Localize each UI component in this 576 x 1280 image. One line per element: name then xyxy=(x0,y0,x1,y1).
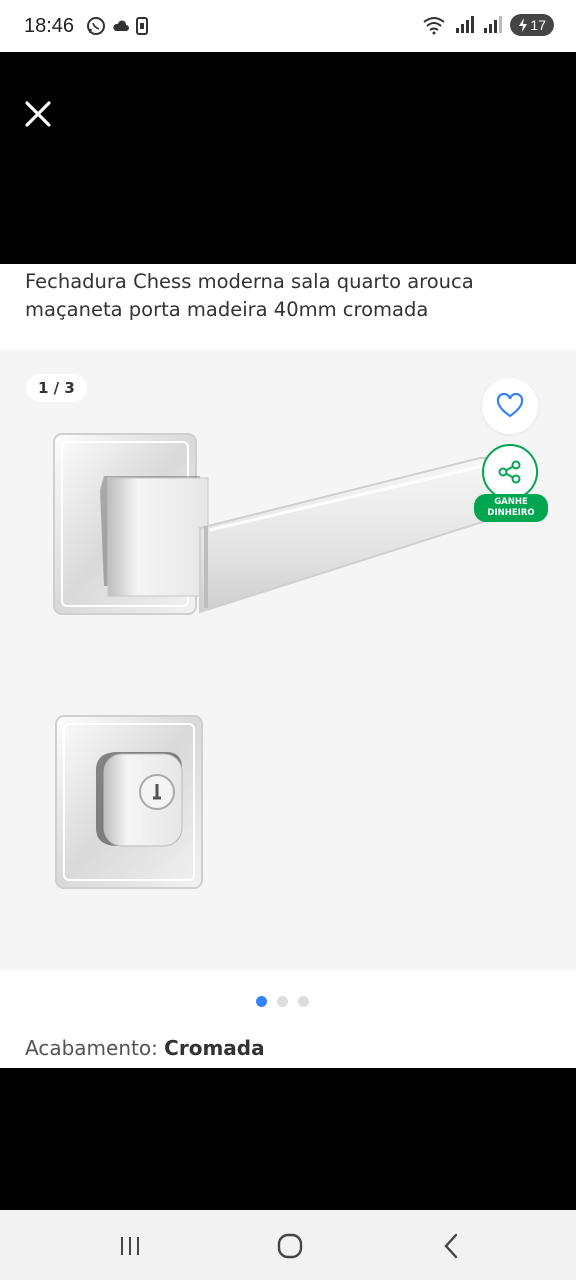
recents-button[interactable] xyxy=(110,1228,150,1264)
favorite-button[interactable] xyxy=(482,378,538,434)
navigation-bar xyxy=(0,1210,576,1280)
home-icon xyxy=(277,1233,303,1259)
heart-icon xyxy=(496,393,524,418)
battery-level: 17 xyxy=(530,17,546,33)
home-button[interactable] xyxy=(270,1228,310,1264)
image-counter: 1 / 3 xyxy=(26,374,87,402)
wifi-icon xyxy=(423,17,446,35)
signal-icon-2 xyxy=(484,16,503,33)
cloud-icon xyxy=(113,20,129,31)
share-button[interactable] xyxy=(482,444,538,500)
phone-storage-icon xyxy=(136,17,148,35)
product-panel: Fechadura Chess moderna sala quarto arou… xyxy=(0,264,576,1068)
back-button[interactable] xyxy=(432,1228,472,1264)
status-time: 18:46 xyxy=(24,15,75,37)
gallery-pagination xyxy=(256,996,309,1007)
share-icon xyxy=(498,460,521,484)
pagination-dot-2[interactable] xyxy=(277,996,288,1007)
recents-icon xyxy=(121,1237,139,1255)
finish-label: Acabamento: xyxy=(25,1036,158,1060)
product-image xyxy=(53,433,530,889)
back-icon xyxy=(444,1233,458,1259)
finish-value: Cromada xyxy=(164,1036,265,1060)
image-gallery[interactable]: 1 / 3 GANHE DINHEIRO xyxy=(0,350,576,970)
whatsapp-icon xyxy=(87,17,105,35)
signal-icon xyxy=(456,16,475,33)
modal-footer xyxy=(0,1068,576,1210)
earn-money-badge[interactable]: GANHE DINHEIRO xyxy=(474,494,548,522)
finish-info: Acabamento: Cromada xyxy=(25,1036,265,1060)
pagination-dot-3[interactable] xyxy=(298,996,309,1007)
status-bar: 18:46 17 xyxy=(0,0,576,52)
close-button[interactable] xyxy=(18,94,58,134)
notification-icons xyxy=(86,16,148,36)
charging-icon xyxy=(519,18,528,32)
modal-header xyxy=(0,52,576,264)
product-title: Fechadura Chess moderna sala quarto arou… xyxy=(25,270,474,321)
earn-badge-line2: DINHEIRO xyxy=(487,508,535,518)
close-icon xyxy=(25,101,51,127)
earn-badge-line1: GANHE xyxy=(494,497,528,507)
system-icons: 17 xyxy=(422,14,554,36)
battery-indicator: 17 xyxy=(510,14,554,36)
pagination-dot-1[interactable] xyxy=(256,996,267,1007)
